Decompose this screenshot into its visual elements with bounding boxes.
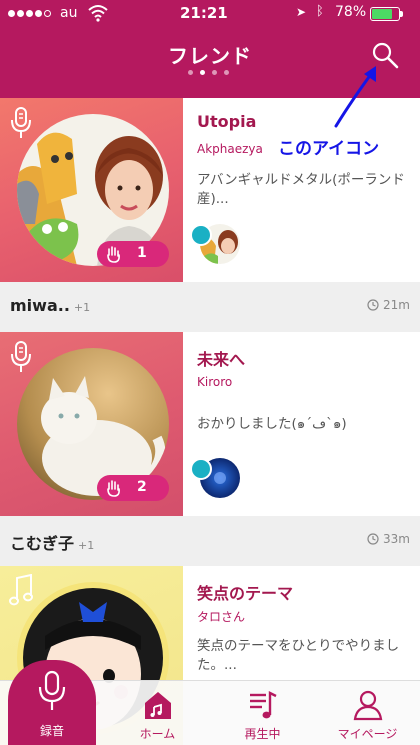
card-meta-row: miwa.. +1 21m [0,282,420,330]
clock-icon [367,299,379,311]
page-dot [188,70,193,75]
artist-name: Akphaezya [197,142,263,156]
participant-avatars[interactable] [190,224,240,264]
participant-avatars[interactable] [190,458,240,498]
microphone-icon [38,670,66,710]
sing-together-badge-icon [190,224,212,246]
annotation-text: このアイコン [278,139,380,159]
tab-home[interactable]: ホーム [105,681,210,745]
annotation-arrow-icon [334,66,376,128]
song-title[interactable]: Utopia [197,112,256,131]
record-button[interactable]: 録音 [8,660,96,745]
carrier-label: au [60,5,78,21]
post-time: 21m [367,298,410,312]
tab-now-playing[interactable]: 再生中 [210,681,315,745]
card-meta-row: こむぎ子 +1 33m [0,516,420,564]
poster-name[interactable]: こむぎ子 +1 [10,530,94,554]
clap-count: 2 [137,479,147,495]
song-description: アバンギャルドメタル(ポーランド産)... [197,172,405,207]
poster-name[interactable]: miwa.. +1 [10,296,90,315]
signal-strength-icon [8,10,51,17]
page-indicator [188,70,229,75]
status-time: 21:21 [180,4,228,22]
status-bar: au 21:21 ➤ ᛒ 78% [0,0,420,28]
song-description: 笑点のテーマをひとりでやりました。... [197,638,400,673]
song-title[interactable]: 笑点のテーマ [197,580,293,604]
tab-home-label: ホーム [139,727,176,741]
clap-hand-icon [107,480,120,497]
record-label: 録音 [39,724,64,738]
clock-icon [367,533,379,545]
song-title[interactable]: 未来へ [197,346,245,370]
song-description: おかりしました(๑´ڡ`๑) [197,416,347,432]
home-icon [145,692,171,719]
bluetooth-icon: ᛒ [316,4,324,19]
tab-mypage[interactable]: マイページ [315,681,420,745]
tab-now-playing-label: 再生中 [244,727,281,741]
clap-count: 1 [137,245,147,261]
battery-percent: 78% [335,4,367,20]
microphone-icon [11,107,31,138]
post-time: 33m [367,532,410,546]
card-artwork: 1 [0,98,183,282]
tab-mypage-label: マイページ [337,727,398,741]
artist-name: タロさん [197,610,246,624]
feed-card[interactable]: 2 未来へ Kiroro おかりしました(๑´ڡ`๑) [0,332,420,516]
clap-count-button[interactable]: 1 [97,241,169,267]
microphone-icon [11,341,31,372]
card-artwork: 2 [0,332,183,516]
artist-name: Kiroro [197,375,233,389]
location-arrow-icon: ➤ [296,5,307,19]
wifi-icon [88,5,108,22]
page-dot [224,70,229,75]
page-dot [212,70,217,75]
battery-icon [370,7,403,21]
app-screen: au 21:21 ➤ ᛒ 78% フレンド 1 Utopia Akphaezya… [0,0,420,745]
clap-hand-icon [107,246,120,263]
person-icon [353,690,383,721]
clap-count-button[interactable]: 2 [97,475,169,501]
music-note-icon [9,574,33,606]
sing-together-badge-icon [190,458,212,480]
playlist-note-icon [250,691,277,719]
page-dot [200,70,205,75]
